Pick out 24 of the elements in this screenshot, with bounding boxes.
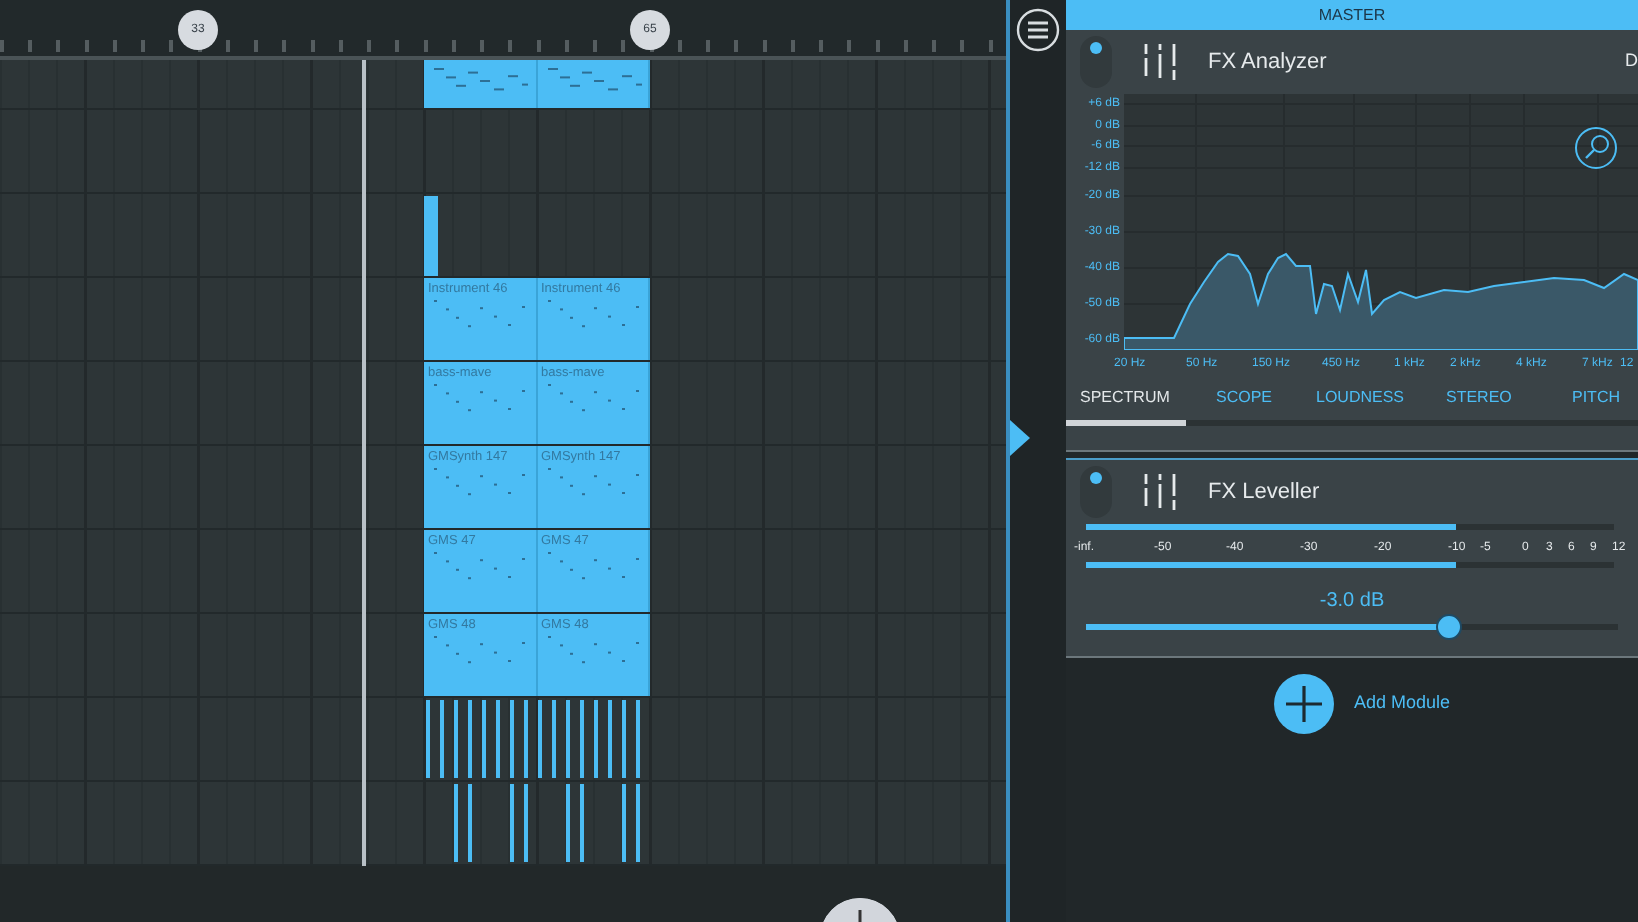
gain-slider-thumb[interactable] — [1435, 614, 1462, 640]
add-module-link[interactable]: Add Module — [1353, 690, 1451, 718]
module-title: FX Leveller — [1208, 477, 1320, 508]
header-text: D — [1625, 48, 1638, 75]
tab[interactable]: SPECTRUM — [1080, 388, 1170, 408]
pattern-clip[interactable] — [424, 60, 537, 108]
pattern-clip[interactable] — [537, 60, 650, 108]
gain-reading: -3.0 dB — [1317, 588, 1387, 616]
add-module-button[interactable] — [1273, 674, 1334, 734]
tab[interactable]: STEREO — [1446, 388, 1512, 408]
tab[interactable]: SCOPE — [1216, 388, 1273, 408]
search-icon — [1574, 126, 1618, 170]
module-title: FX Analyzer — [1208, 47, 1327, 78]
tab[interactable]: LOUDNESS — [1316, 388, 1405, 408]
panel-title: MASTER — [1066, 0, 1638, 30]
tab-indicator — [1066, 420, 1186, 426]
expand-arrow-icon[interactable] — [1010, 420, 1030, 456]
tab[interactable]: PITCH — [1572, 388, 1620, 408]
menu-icon[interactable] — [1016, 8, 1060, 52]
power-toggle[interactable] — [1080, 466, 1112, 518]
pattern-clip[interactable] — [424, 196, 438, 276]
mixer-sliders-icon — [1140, 472, 1180, 512]
power-toggle[interactable] — [1080, 36, 1112, 88]
mixer-sliders-icon — [1140, 42, 1180, 82]
